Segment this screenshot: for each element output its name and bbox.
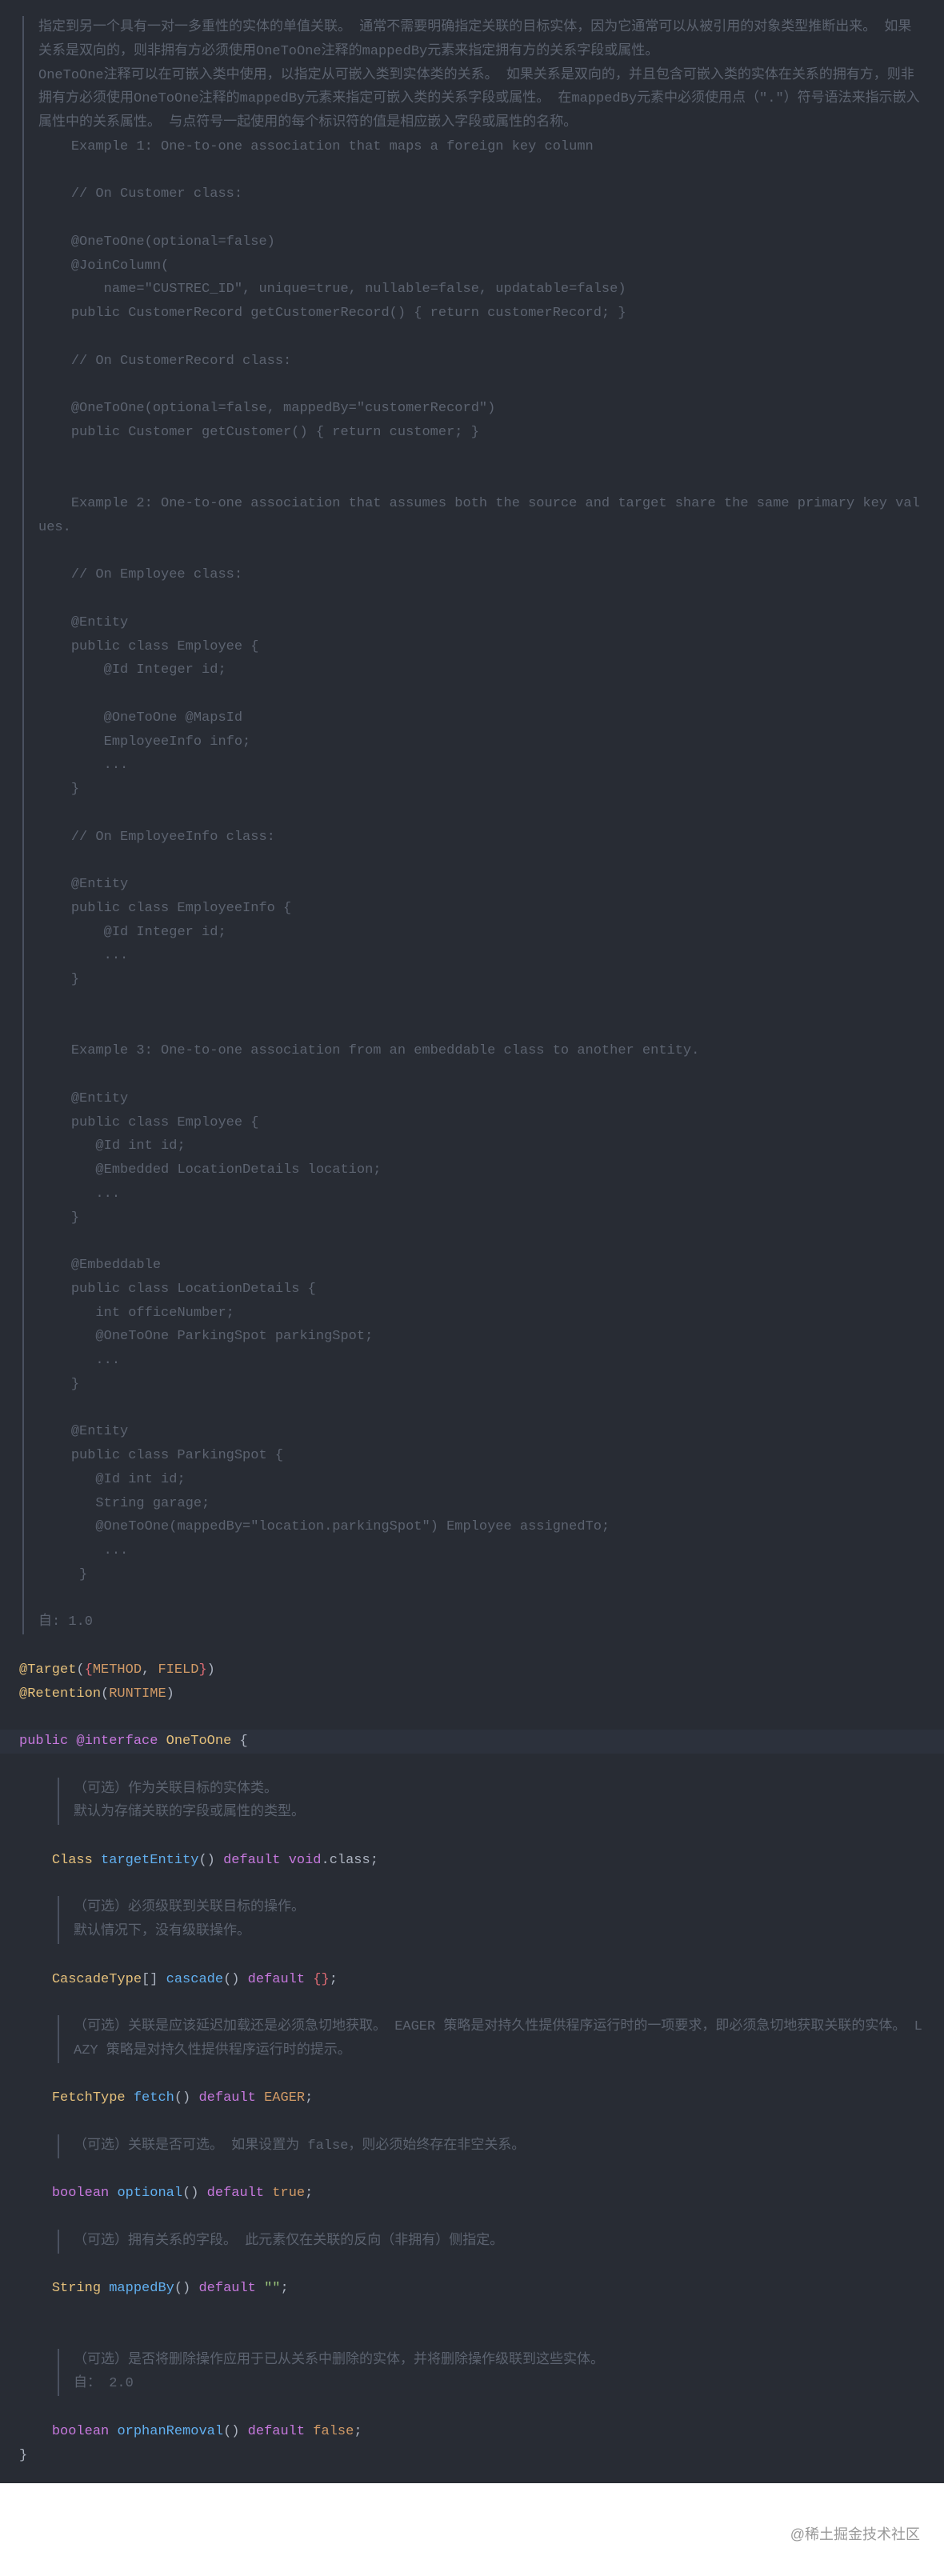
semi: ; xyxy=(330,1972,338,1987)
space-brace: { xyxy=(231,1734,247,1749)
rparen: ) xyxy=(207,1662,215,1678)
rbrace: } xyxy=(198,1662,206,1678)
example2-title: Example 2: One-to-one association that a… xyxy=(38,496,920,535)
comment-cascade1: （可选）必须级联到关联目标的操作。 xyxy=(74,1900,305,1915)
comment-mappedby: （可选）拥有关系的字段。 此元素仅在关联的反向（非拥有）侧指定。 xyxy=(74,2234,503,2249)
kw-default: default xyxy=(248,1972,305,1987)
method-orphanremoval: orphanRemoval xyxy=(117,2424,223,2439)
comment-target2: 默认为存储关联的字段或属性的类型。 xyxy=(74,1805,305,1820)
javadoc-orphan: （可选）是否将删除操作应用于已从关系中删除的实体，并将删除操作级联到这些实体。 … xyxy=(58,2349,925,2397)
annotation-retention: @Retention xyxy=(19,1686,101,1702)
example3-title: Example 3: One-to-one association from a… xyxy=(38,1043,699,1058)
semi: ; xyxy=(354,2424,362,2439)
method-targetentity: targetEntity xyxy=(101,1853,198,1868)
method-cascade: cascade xyxy=(166,1972,223,1987)
type-class: Class xyxy=(52,1853,93,1868)
semi: ; xyxy=(370,1853,378,1868)
kw-interface: @interface xyxy=(76,1734,158,1749)
const-field: FIELD xyxy=(158,1662,198,1678)
since: 自: 1.0 xyxy=(38,1614,93,1630)
javadoc-class: 指定到另一个具有一对一多重性的实体的单值关联。 通常不需要明确指定关联的目标实体… xyxy=(22,16,925,1634)
kw-default: default xyxy=(248,2424,305,2439)
javadoc-mappedby: （可选）拥有关系的字段。 此元素仅在关联的反向（非拥有）侧指定。 xyxy=(58,2230,925,2254)
parens: () xyxy=(174,2090,190,2106)
const-true: true xyxy=(272,2186,305,2201)
parens: () xyxy=(198,1853,214,1868)
code-content: 指定到另一个具有一对一多重性的实体的单值关联。 通常不需要明确指定关联的目标实体… xyxy=(0,0,944,2483)
comment-orphan2: 自： 2.0 xyxy=(74,2376,134,2391)
method-fetch: fetch xyxy=(134,2090,174,2106)
type-cascade: CascadeType xyxy=(52,1972,142,1987)
watermark: @稀土掘金技术社区 xyxy=(0,2483,944,2576)
kw-boolean: boolean xyxy=(52,2186,109,2201)
declaration-line: public @interface OneToOne { xyxy=(0,1730,944,1754)
comment-cascade2: 默认情况下，没有级联操作。 xyxy=(74,1924,250,1939)
comment-fetch: （可选）关联是应该延迟加载还是必须急切地获取。 EAGER 策略是对持久性提供程… xyxy=(74,2019,922,2058)
javadoc-fetch: （可选）关联是应该延迟加载还是必须急切地获取。 EAGER 策略是对持久性提供程… xyxy=(58,2015,925,2063)
kw-default: default xyxy=(207,2186,264,2201)
code-block: 指定到另一个具有一对一多重性的实体的单值关联。 通常不需要明确指定关联的目标实体… xyxy=(0,0,944,2483)
comment-p1: 指定到另一个具有一对一多重性的实体的单值关联。 通常不需要明确指定关联的目标实体… xyxy=(38,20,911,59)
comment-orphan1: （可选）是否将删除操作应用于已从关系中删除的实体，并将删除操作级联到这些实体。 xyxy=(74,2353,604,2368)
example2-body: // On Employee class: @Entity public cla… xyxy=(38,567,291,987)
class-name: OneToOne xyxy=(166,1734,232,1749)
const-false: false xyxy=(313,2424,354,2439)
kw-boolean: boolean xyxy=(52,2424,109,2439)
comment-target1: （可选）作为关联目标的实体类。 xyxy=(74,1782,278,1797)
javadoc-targetentity: （可选）作为关联目标的实体类。 默认为存储关联的字段或属性的类型。 xyxy=(58,1778,925,1826)
type-fetch: FetchType xyxy=(52,2090,126,2106)
semi: ; xyxy=(281,2281,289,2296)
parens: () xyxy=(223,1972,239,1987)
lbrace: { xyxy=(85,1662,93,1678)
type-string: String xyxy=(52,2281,101,2296)
method-optional: optional xyxy=(117,2186,182,2201)
kw-default: default xyxy=(198,2281,255,2296)
semi: ; xyxy=(305,2090,313,2106)
example3-body: @Entity public class Employee { @Id int … xyxy=(38,1091,610,1582)
example1-body: // On Customer class: @OneToOne(optional… xyxy=(38,186,626,440)
const-method: METHOD xyxy=(93,1662,142,1678)
kw-public: public xyxy=(19,1734,68,1749)
javadoc-cascade: （可选）必须级联到关联目标的操作。 默认情况下，没有级联操作。 xyxy=(58,1896,925,1944)
method-mappedby: mappedBy xyxy=(109,2281,174,2296)
semi: ; xyxy=(305,2186,313,2201)
brackets: [] xyxy=(142,1972,158,1987)
comment-p2: OneToOne注释可以在可嵌入类中使用，以指定从可嵌入类到实体类的关系。 如果… xyxy=(38,68,920,131)
comma: , xyxy=(142,1662,158,1678)
const-runtime: RUNTIME xyxy=(109,1686,166,1702)
parens: () xyxy=(223,2424,239,2439)
dot-class: .class xyxy=(322,1853,370,1868)
example1-title: Example 1: One-to-one association that m… xyxy=(38,139,594,154)
annotation-target: @Target xyxy=(19,1662,76,1678)
empty-str: "" xyxy=(264,2281,280,2296)
kw-default: default xyxy=(198,2090,255,2106)
void: void xyxy=(289,1853,322,1868)
const-eager: EAGER xyxy=(264,2090,305,2106)
rparen: ) xyxy=(166,1686,174,1702)
parens: () xyxy=(174,2281,190,2296)
empty-braces: {} xyxy=(313,1972,329,1987)
javadoc-optional: （可选）关联是否可选。 如果设置为 false，则必须始终存在非空关系。 xyxy=(58,2134,925,2158)
comment-optional: （可选）关联是否可选。 如果设置为 false，则必须始终存在非空关系。 xyxy=(74,2138,525,2154)
parens: () xyxy=(182,2186,198,2201)
lparen: ( xyxy=(101,1686,109,1702)
lparen: ( xyxy=(76,1662,84,1678)
kw-default: default xyxy=(223,1853,280,1868)
close-brace: } xyxy=(19,2448,27,2463)
